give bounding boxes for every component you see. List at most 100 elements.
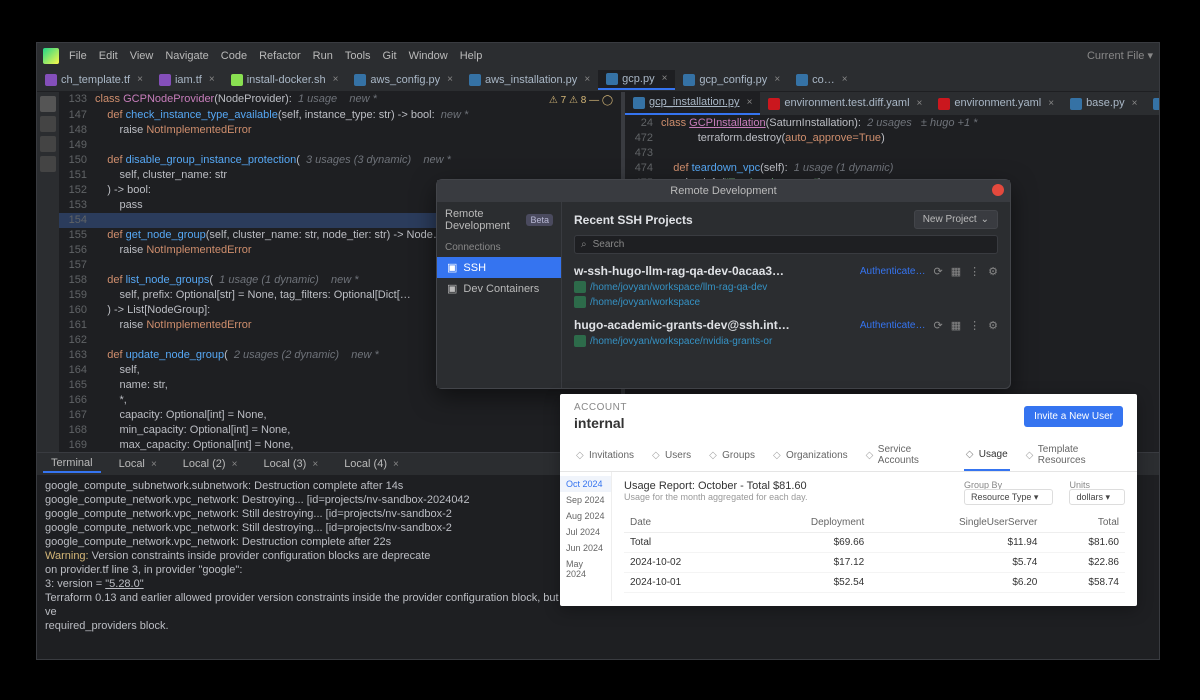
tab-template-resources[interactable]: ◇Template Resources [1024,439,1123,471]
tab-service-accounts[interactable]: ◇Service Accounts [864,439,950,471]
terminal-tab-1[interactable]: Local × [111,456,165,472]
more-icon[interactable]: ⋮ [969,265,980,278]
close-icon[interactable]: × [842,74,848,85]
run-config[interactable]: Current File ▾ [1087,49,1153,62]
table-row: 2024-10-02$17.12$5.74$22.86 [624,553,1125,573]
tab-environment.test.diff.yaml[interactable]: environment.test.diff.yaml× [760,93,930,114]
new-project-button[interactable]: New Project ⌄ [914,210,998,229]
tab-groups[interactable]: ◇Groups [707,439,757,471]
close-icon[interactable]: × [747,95,753,110]
tab-co…[interactable]: co…× [788,71,855,89]
menu-view[interactable]: View [124,48,160,64]
terminal-tab-0[interactable]: Terminal [43,455,101,473]
col-singleuserserver: SingleUserServer [870,513,1043,533]
month-Jul-2024[interactable]: Jul 2024 [560,524,611,540]
close-icon[interactable]: × [333,74,339,85]
project-path[interactable]: /home/jovyan/workspace/nvidia-grants-or [574,335,998,347]
vcs-tool-icon[interactable] [40,136,56,152]
month-Jun-2024[interactable]: Jun 2024 [560,540,611,556]
menu-navigate[interactable]: Navigate [159,48,214,64]
close-icon[interactable]: × [774,74,780,85]
sidebar-item-ssh[interactable]: ▣SSH [437,257,561,278]
close-icon[interactable]: × [1132,96,1138,111]
units-select[interactable]: dollars ▾ [1069,489,1125,505]
ssh-project[interactable]: hugo-academic-grants-dev@ssh.int…Authent… [574,318,998,347]
group-by-select[interactable]: Resource Type ▾ [964,489,1053,505]
tab-gcp_config.py[interactable]: gcp_config.py× [675,71,788,89]
tab-environment.yaml[interactable]: environment.yaml× [930,93,1062,114]
authenticate-link[interactable]: Authenticate… [860,320,926,331]
tab-base.py[interactable]: base.py× [1062,93,1145,114]
tab-usage[interactable]: ◇Usage [964,439,1010,471]
terminal-tab-3[interactable]: Local (3) × [255,456,326,472]
py-file-icon [1153,98,1159,110]
more-tool-icon[interactable] [40,156,56,172]
tab-users[interactable]: ◇Users [650,439,693,471]
search-input[interactable]: ⌕ Search [574,235,998,254]
terminal-tab-4[interactable]: Local (4) × [336,456,407,472]
tab-aws_config.py[interactable]: aws_config.py× [346,71,461,89]
webapp-panel: ACCOUNT internal Invite a New User ◇Invi… [560,394,1137,606]
close-icon[interactable]: × [137,74,143,85]
menu-refactor[interactable]: Refactor [253,48,307,64]
close-icon[interactable]: × [917,96,923,111]
gear-icon[interactable]: ⚙ [988,265,998,278]
container-icon: ▣ [447,282,457,295]
project-tool-icon[interactable] [40,96,56,112]
project-path[interactable]: /home/jovyan/workspace/llm-rag-qa-dev [574,281,998,293]
month-Oct-2024[interactable]: Oct 2024 [560,476,611,492]
refresh-icon[interactable]: ⟳ [934,265,943,278]
users-icon: ◇ [652,450,662,460]
authenticate-link[interactable]: Authenticate… [860,266,926,277]
menu-edit[interactable]: Edit [93,48,124,64]
py-file-icon [354,74,366,86]
tab-organizations[interactable]: ◇Organizations [771,439,850,471]
month-May-2024[interactable]: May 2024 [560,556,611,582]
project-path[interactable]: /home/jovyan/workspace [574,296,998,308]
close-icon[interactable]: × [662,73,668,84]
menu-help[interactable]: Help [454,48,489,64]
tab-aws.py[interactable]: aws.py× [1145,93,1159,114]
search-icon: ⌕ [581,239,587,250]
tab-ch_template.tf[interactable]: ch_template.tf× [37,71,151,89]
title-bar: FileEditViewNavigateCodeRefactorRunTools… [37,43,1159,68]
more-icon[interactable]: ⋮ [969,319,980,332]
month-Aug-2024[interactable]: Aug 2024 [560,508,611,524]
menu-git[interactable]: Git [377,48,403,64]
menu-file[interactable]: File [63,48,93,64]
ssh-icon: ▣ [447,261,457,274]
invitations-icon: ◇ [576,450,586,460]
tab-aws_installation.py[interactable]: aws_installation.py× [461,71,598,89]
menu-code[interactable]: Code [215,48,253,64]
sidebar-item-dev-containers[interactable]: ▣Dev Containers [437,278,561,299]
close-icon[interactable]: × [1048,96,1054,111]
edit-icon[interactable]: ▦ [951,319,961,332]
close-icon[interactable] [992,184,1004,196]
close-icon[interactable]: × [584,74,590,85]
tab-gcp_installation.py[interactable]: gcp_installation.py× [625,92,760,115]
close-icon[interactable]: × [209,74,215,85]
close-icon[interactable]: × [447,74,453,85]
menu-window[interactable]: Window [403,48,454,64]
webapp-tabs: ◇Invitations◇Users◇Groups◇Organizations◇… [560,439,1137,472]
gear-icon[interactable]: ⚙ [988,319,998,332]
refresh-icon[interactable]: ⟳ [934,319,943,332]
structure-tool-icon[interactable] [40,116,56,132]
tab-iam.tf[interactable]: iam.tf× [151,71,223,89]
menu-tools[interactable]: Tools [339,48,377,64]
invite-user-button[interactable]: Invite a New User [1024,406,1123,427]
tab-install-docker.sh[interactable]: install-docker.sh× [223,71,347,89]
remote-main: Recent SSH Projects New Project ⌄ ⌕ Sear… [562,202,1010,388]
edit-icon[interactable]: ▦ [951,265,961,278]
month-Sep-2024[interactable]: Sep 2024 [560,492,611,508]
menu-run[interactable]: Run [307,48,339,64]
tab-invitations[interactable]: ◇Invitations [574,439,636,471]
beta-badge: Beta [526,214,553,226]
tab-gcp.py[interactable]: gcp.py× [598,70,675,90]
ssh-project[interactable]: w-ssh-hugo-llm-rag-qa-dev-0acaa3…Authent… [574,264,998,308]
organizations-icon: ◇ [773,450,783,460]
py-file-icon [606,73,618,85]
remote-sidebar: Remote Development Beta Connections ▣SSH… [437,202,562,388]
col-deployment: Deployment [745,513,870,533]
terminal-tab-2[interactable]: Local (2) × [175,456,246,472]
